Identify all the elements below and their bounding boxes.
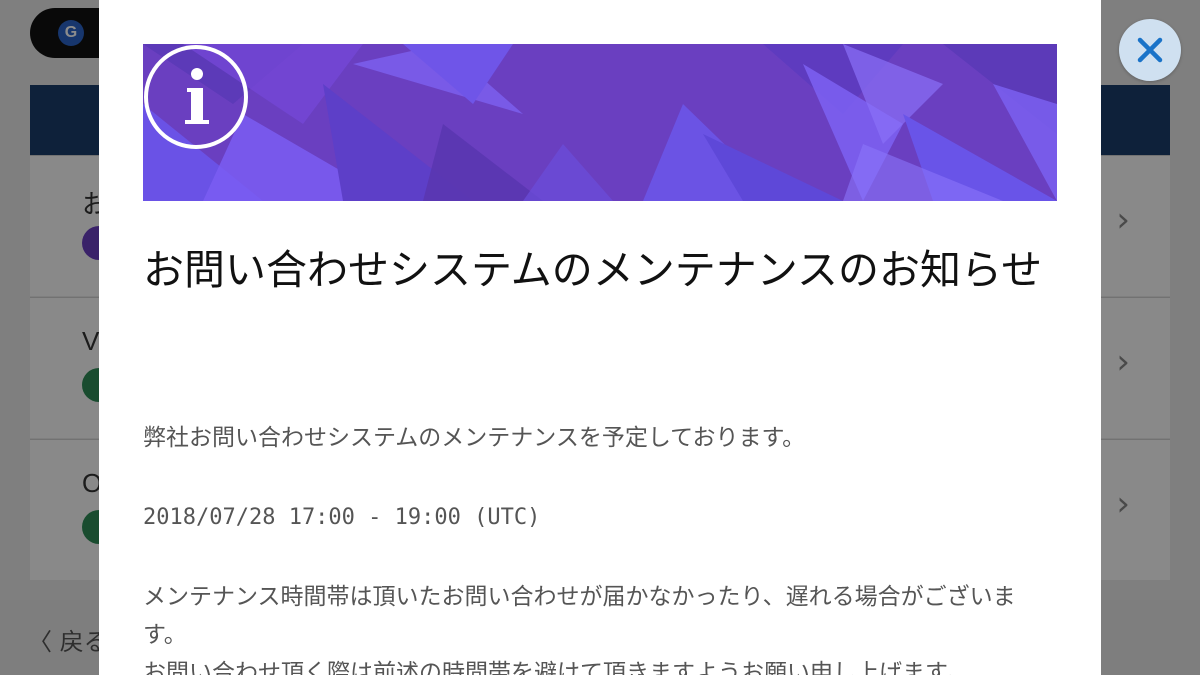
banner-pattern	[143, 44, 1057, 201]
intro-text: 弊社お問い合わせシステムのメンテナンスを予定しております。	[143, 425, 806, 451]
close-button[interactable]	[1119, 19, 1181, 81]
announcement-modal: お問い合わせシステムのメンテナンスのお知らせ 弊社お問い合わせシステムのメンテナ…	[99, 0, 1101, 675]
close-icon	[1137, 37, 1163, 63]
modal-banner	[143, 44, 1057, 201]
notice-text: メンテナンス時間帯は頂いたお問い合わせが届かなかったり、遅れる場合がございます。	[143, 584, 1016, 648]
notice-text-continued: お問い合わせ頂く際は前述の時間帯を避けて頂きますようお願い申し上げます。	[143, 660, 969, 675]
modal-title: お問い合わせシステムのメンテナンスのお知らせ	[143, 246, 1043, 294]
info-icon	[144, 45, 248, 149]
maintenance-schedule: 2018/07/28 17:00 - 19:00 (UTC)	[143, 505, 541, 530]
